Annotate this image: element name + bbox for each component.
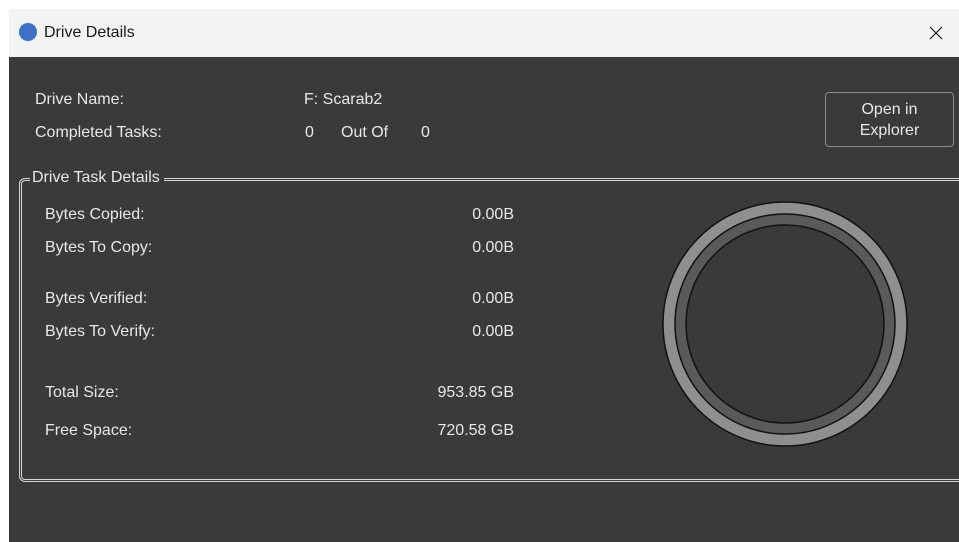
drive-details-window: Drive Details Drive Name: F: Scarab2 Com… xyxy=(9,9,959,542)
open-in-explorer-button[interactable]: Open in Explorer xyxy=(825,92,954,147)
bytes-to-verify-label: Bytes To Verify: xyxy=(45,323,155,340)
progress-ring-gauge xyxy=(662,201,908,447)
drive-name-label: Drive Name: xyxy=(35,91,124,108)
free-space-label: Free Space: xyxy=(45,422,133,439)
total-tasks-count: 0 xyxy=(421,124,430,141)
bytes-copied-label: Bytes Copied: xyxy=(45,206,145,223)
dialog-content: Drive Name: F: Scarab2 Completed Tasks: … xyxy=(9,57,959,542)
total-size-value: 953.85 GB xyxy=(437,384,515,401)
total-size-label: Total Size: xyxy=(45,384,119,401)
out-of-label: Out Of xyxy=(341,124,389,141)
gauge-center xyxy=(685,224,885,424)
bytes-to-copy-value: 0.00B xyxy=(472,239,514,256)
bytes-to-copy-label: Bytes To Copy: xyxy=(45,239,153,256)
free-space-value: 720.58 GB xyxy=(437,422,515,439)
close-icon xyxy=(929,26,943,40)
title-bar: Drive Details xyxy=(9,9,959,57)
drive-name-value: F: Scarab2 xyxy=(304,91,383,108)
bytes-to-verify-value: 0.00B xyxy=(472,323,514,340)
window-title: Drive Details xyxy=(44,24,135,41)
drive-task-details-legend: Drive Task Details xyxy=(30,168,164,188)
open-in-explorer-label: Open in Explorer xyxy=(859,100,920,139)
bytes-verified-label: Bytes Verified: xyxy=(45,290,148,307)
app-circle-icon xyxy=(19,23,37,41)
bytes-copied-value: 0.00B xyxy=(472,206,514,223)
close-button[interactable] xyxy=(913,9,959,57)
completed-tasks-count: 0 xyxy=(305,124,314,141)
bytes-verified-value: 0.00B xyxy=(472,290,514,307)
completed-tasks-label: Completed Tasks: xyxy=(35,124,162,141)
